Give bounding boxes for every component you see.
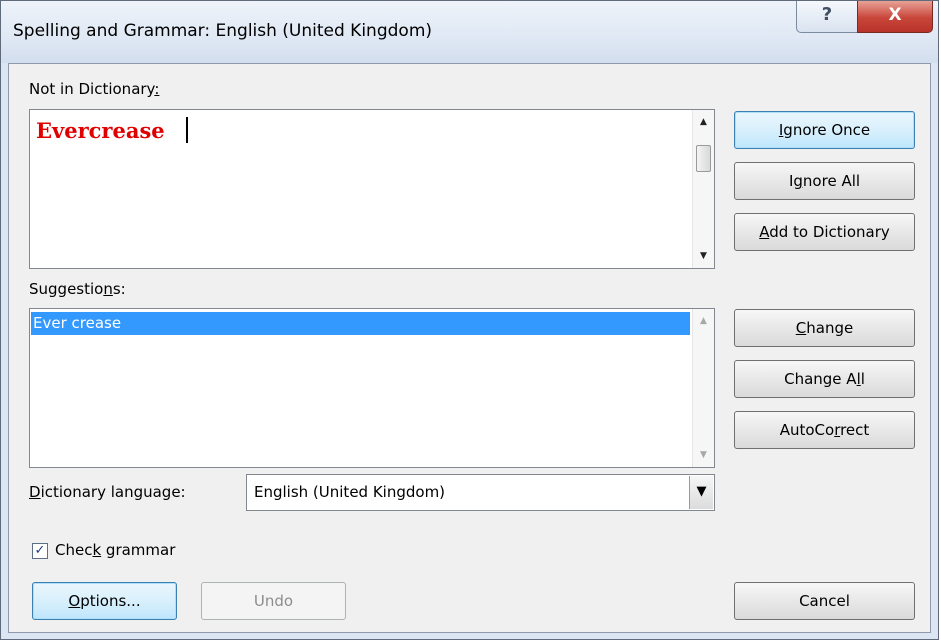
scroll-up-arrow-icon[interactable]: ▲ [693, 112, 714, 132]
scroll-down-arrow-icon[interactable]: ▼ [693, 246, 714, 266]
ignore-all-button[interactable]: Ignore All [734, 162, 915, 200]
suggestions-label: Suggestions: [29, 280, 126, 298]
spelling-grammar-dialog: Spelling and Grammar: English (United Ki… [0, 0, 939, 640]
check-grammar-label[interactable]: Check grammar [55, 541, 175, 559]
add-to-dictionary-button[interactable]: Add to Dictionary [734, 213, 915, 251]
suggestions-scroll-down-icon[interactable]: ▼ [693, 445, 714, 465]
not-in-dictionary-textbox[interactable]: Evercrease ▲ ▼ [29, 109, 715, 269]
autocorrect-button[interactable]: AutoCorrect [734, 411, 915, 449]
close-button[interactable]: X [857, 1, 933, 33]
dictionary-language-value: English (United Kingdom) [254, 483, 446, 501]
suggestion-item-selected[interactable]: Ever crease [31, 312, 690, 335]
suggestions-list[interactable]: Ever crease ▲ ▼ [29, 308, 715, 468]
caption-buttons: ? X [796, 1, 933, 34]
options-button[interactable]: Options... [32, 582, 177, 620]
cancel-button[interactable]: Cancel [734, 582, 915, 620]
help-button[interactable]: ? [796, 1, 858, 33]
title-bar[interactable]: Spelling and Grammar: English (United Ki… [1, 1, 938, 63]
dialog-body: Not in Dictionary: Evercrease ▲ ▼ Sugges… [8, 63, 931, 633]
change-button[interactable]: Change [734, 309, 915, 347]
undo-button[interactable]: Undo [201, 582, 346, 620]
window-title: Spelling and Grammar: English (United Ki… [13, 21, 433, 41]
change-all-button[interactable]: Change All [734, 360, 915, 398]
check-grammar-checkbox[interactable]: ✓ [32, 543, 48, 559]
text-caret [186, 117, 188, 143]
suggestions-scrollbar[interactable]: ▲ ▼ [692, 309, 714, 467]
dropdown-arrow-icon[interactable]: ▼ [689, 476, 713, 509]
dictionary-language-label: Dictionary language: [29, 483, 186, 501]
scroll-thumb[interactable] [696, 145, 711, 172]
dictionary-language-select[interactable]: English (United Kingdom) ▼ [246, 474, 715, 511]
suggestions-scroll-up-icon[interactable]: ▲ [693, 311, 714, 331]
textbox-scrollbar[interactable]: ▲ ▼ [692, 110, 714, 268]
ignore-once-button[interactable]: Ignore Once [734, 111, 915, 149]
not-in-dictionary-label: Not in Dictionary: [29, 80, 160, 98]
misspelled-word: Evercrease [36, 118, 165, 143]
